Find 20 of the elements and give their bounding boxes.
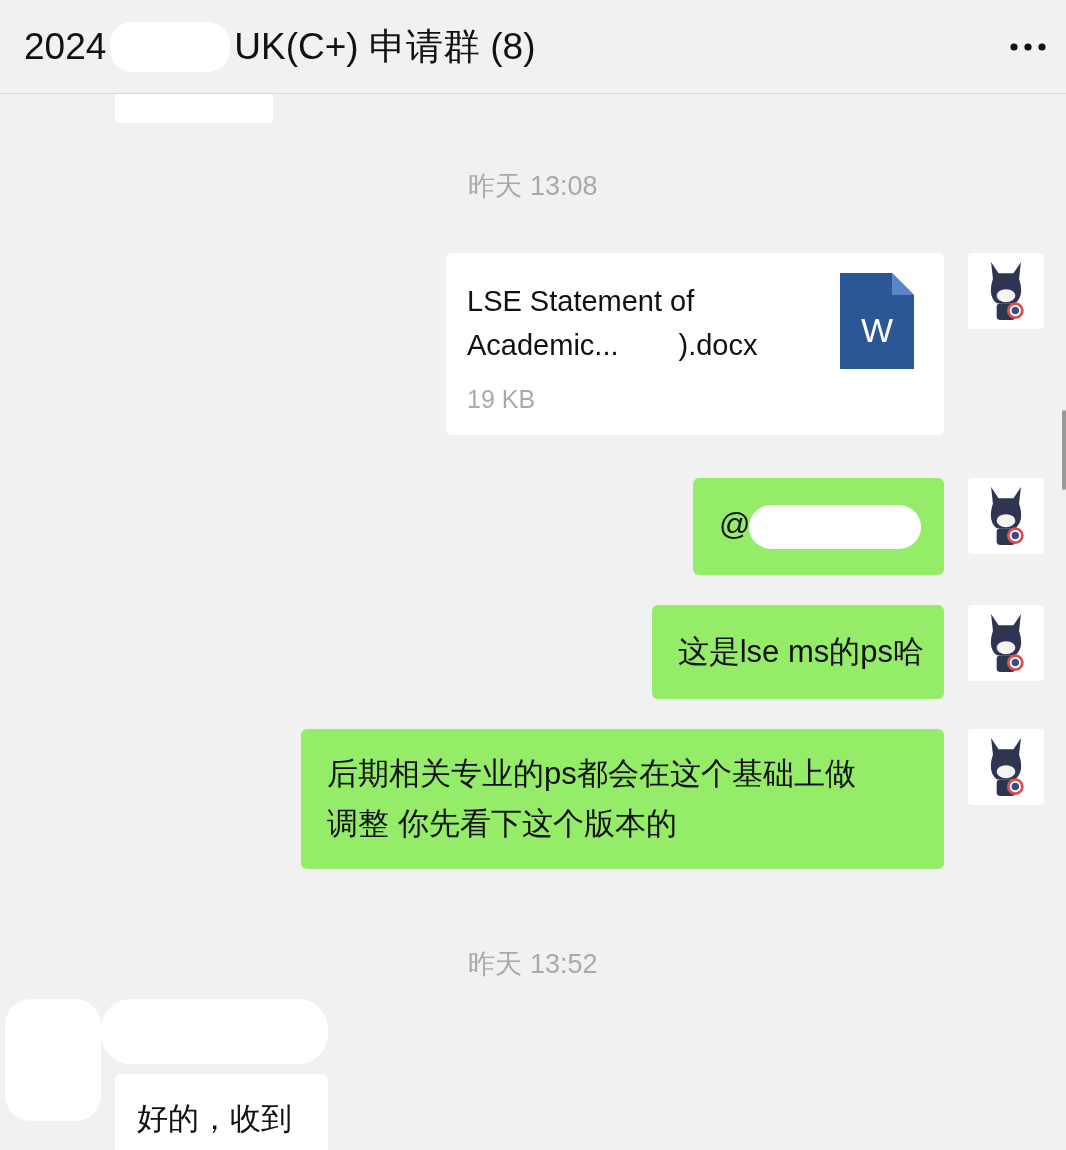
message-bubble: 这是lse ms的ps哈 — [651, 604, 944, 699]
message-bubble: 后期相关专业的ps都会在这个基础上做调整 你先看下这个版本的 — [301, 728, 944, 869]
avatar[interactable] — [968, 728, 1044, 805]
file-card[interactable]: LSE Statement of Academic... ).docx 19 KB W — [446, 253, 944, 435]
timestamp: 昨天 13:08 — [468, 171, 598, 201]
file-name: ).docx — [678, 328, 758, 363]
file-size: 19 KB — [467, 384, 537, 415]
message-bubble: @ — [693, 478, 944, 575]
scrollbar[interactable] — [1062, 410, 1066, 490]
chat-title: UK(C+) 申请群 (8) — [234, 24, 536, 69]
document-icon: W — [840, 273, 914, 369]
avatar[interactable] — [968, 604, 1044, 681]
avatar[interactable] — [968, 253, 1044, 329]
file-name: Academic... — [467, 328, 619, 363]
timestamp: 昨天 13:52 — [468, 948, 598, 979]
chat-title: 2024 — [24, 25, 107, 68]
message-bubble: 好的，收到 — [115, 1073, 328, 1150]
more-icon[interactable] — [1010, 42, 1046, 51]
avatar[interactable] — [968, 478, 1044, 554]
file-name: LSE Statement of — [467, 284, 696, 319]
